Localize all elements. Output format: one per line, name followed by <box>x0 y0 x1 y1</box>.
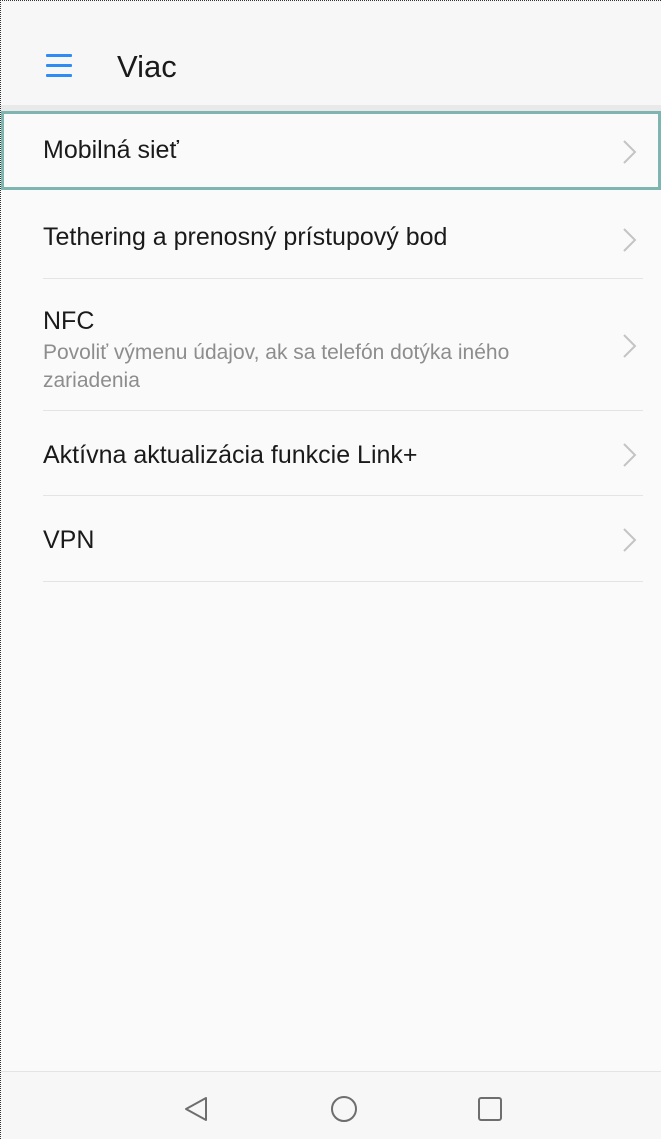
menu-icon-line <box>46 64 72 67</box>
page-title: Viac <box>117 49 177 84</box>
chevron-right-icon <box>623 140 637 164</box>
system-navigation-bar <box>1 1071 661 1139</box>
setting-item-vpn[interactable]: VPN <box>1 496 661 582</box>
chevron-right-icon <box>623 334 637 358</box>
setting-item-tethering[interactable]: Tethering a prenosný prístupový bod <box>1 190 661 279</box>
chevron-right-icon <box>623 228 637 252</box>
setting-item-title: VPN <box>43 526 95 554</box>
setting-item-title: Mobilná sieť <box>43 136 179 164</box>
back-triangle-icon[interactable] <box>179 1092 213 1126</box>
menu-button[interactable] <box>42 51 76 79</box>
setting-item-title: Tethering a prenosný prístupový bod <box>43 223 448 251</box>
chevron-right-icon <box>623 528 637 552</box>
setting-item-subtitle: Povoliť výmenu údajov, ak sa telefón dot… <box>43 341 510 392</box>
menu-icon-line <box>46 54 72 57</box>
setting-item-title: Aktívna aktualizácia funkcie Link+ <box>43 441 418 469</box>
app-bar: Viac <box>1 1 661 105</box>
home-circle-icon[interactable] <box>327 1092 361 1126</box>
setting-item-nfc[interactable]: NFC Povoliť výmenu údajov, ak sa telefón… <box>1 279 661 411</box>
setting-item-link-plus[interactable]: Aktívna aktualizácia funkcie Link+ <box>1 411 661 496</box>
setting-item-mobile-network[interactable]: Mobilná sieť <box>1 111 661 190</box>
menu-icon-line <box>46 74 72 77</box>
settings-list: Mobilná sieť Tethering a prenosný prístu… <box>1 111 661 582</box>
setting-item-title: NFC <box>43 307 95 335</box>
divider <box>43 581 643 582</box>
settings-screen: Viac Mobilná sieť Tethering a prenosný p… <box>0 0 661 1139</box>
chevron-right-icon <box>623 443 637 467</box>
recents-square-icon[interactable] <box>473 1092 507 1126</box>
